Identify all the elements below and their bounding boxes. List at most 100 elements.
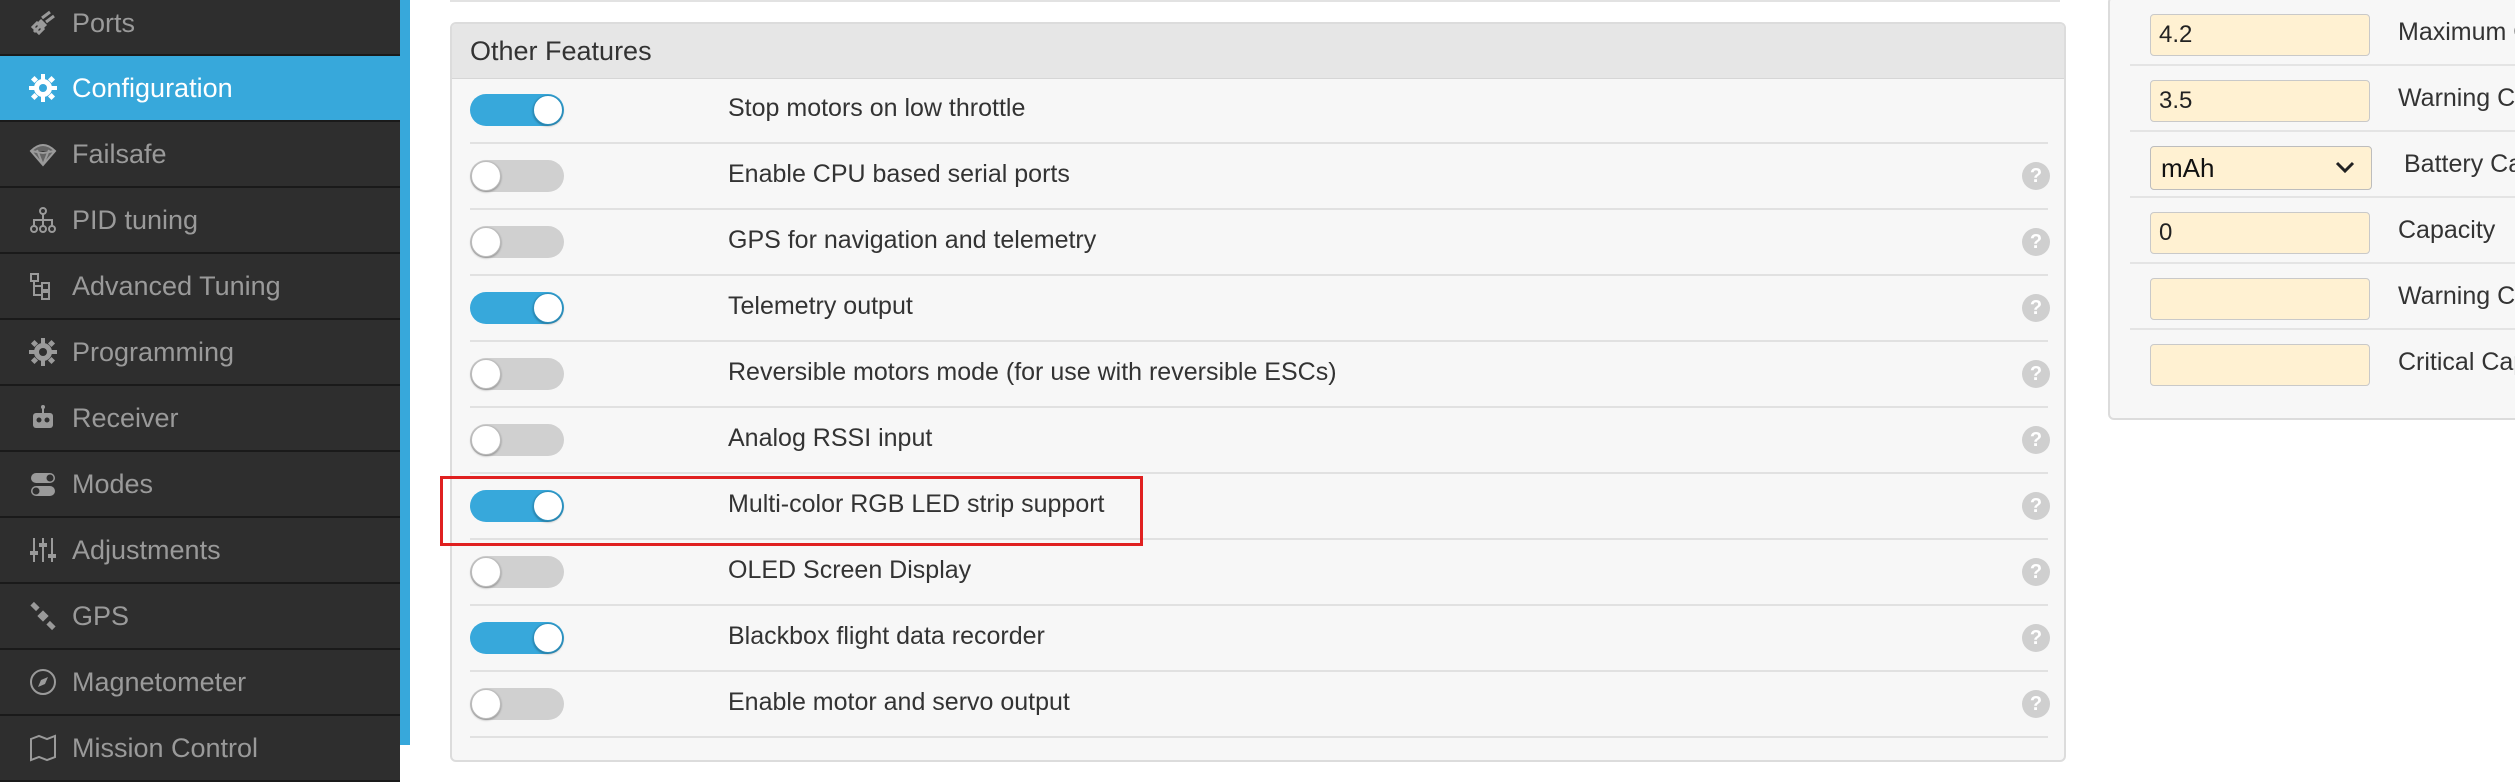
battery-row-capacity: 0 Capacity [2130, 198, 2515, 264]
sliders-icon [26, 533, 60, 567]
feature-row-reversible-motors: Reversible motors mode (for use with rev… [470, 342, 2050, 408]
sidebar-item-mission-control[interactable]: Mission Control [0, 716, 400, 782]
divider [450, 0, 2060, 2]
help-icon[interactable]: ? [2022, 360, 2050, 388]
feature-row-motor-servo-output: Enable motor and servo output ? [470, 672, 2050, 738]
critical-capacity-input[interactable] [2150, 344, 2370, 386]
sidebar-item-label: Configuration [72, 72, 233, 103]
feature-label: GPS for navigation and telemetry [728, 226, 1097, 254]
toggle-knob [533, 491, 563, 521]
feature-label: Telemetry output [728, 292, 913, 320]
capacity-unit-select[interactable]: mAh [2150, 146, 2372, 190]
tree-icon [26, 269, 60, 303]
sidebar-item-configuration[interactable]: Configuration [0, 56, 400, 122]
sidebar-item-label: GPS [72, 600, 130, 631]
toggle-knob [471, 557, 501, 587]
feature-toggle[interactable] [470, 358, 564, 390]
feature-row-oled: OLED Screen Display ? [470, 540, 2050, 606]
sidebar-item-gps[interactable]: GPS [0, 584, 400, 650]
chevron-down-icon [2335, 161, 2355, 174]
sidebar-item-failsafe[interactable]: Failsafe [0, 122, 400, 188]
toggle-knob [471, 689, 501, 719]
hierarchy-icon [26, 203, 60, 237]
help-icon[interactable]: ? [2022, 492, 2050, 520]
help-icon[interactable]: ? [2022, 624, 2050, 652]
sidebar-item-label: Adjustments [72, 534, 221, 565]
feature-label: Enable motor and servo output [728, 688, 1070, 716]
toggle-knob [471, 359, 501, 389]
sidebar-item-ports[interactable]: Ports [0, 0, 400, 56]
max-cell-voltage-input[interactable]: 4.2 [2150, 14, 2370, 56]
battery-panel: 4.2 Maximum Ce 3.5 Warning Cell mAh Batt… [2108, 0, 2515, 420]
sidebar-item-advanced-tuning[interactable]: Advanced Tuning [0, 254, 400, 320]
sidebar-item-label: Advanced Tuning [72, 270, 281, 301]
feature-toggle[interactable] [470, 688, 564, 720]
feature-toggle[interactable] [470, 292, 564, 324]
battery-row-capacity-unit: mAh Battery Cap [2130, 132, 2515, 198]
toggle-knob [533, 623, 563, 653]
sidebar-item-pid-tuning[interactable]: PID tuning [0, 188, 400, 254]
battery-row-critical-capacity: Critical Capa [2130, 330, 2515, 396]
feature-label: Blackbox flight data recorder [728, 622, 1045, 650]
feature-label: Multi-color RGB LED strip support [728, 490, 1105, 518]
feature-toggle[interactable] [470, 556, 564, 588]
feature-toggle[interactable] [470, 94, 564, 126]
feature-toggle[interactable] [470, 490, 564, 522]
sidebar-item-receiver[interactable]: Receiver [0, 386, 400, 452]
feature-row-telemetry: Telemetry output ? [470, 276, 2050, 342]
toggle-knob [533, 95, 563, 125]
battery-row-max-cell: 4.2 Maximum Ce [2130, 0, 2515, 66]
toggle-knob [471, 227, 501, 257]
feature-toggle[interactable] [470, 424, 564, 456]
feature-toggle[interactable] [470, 160, 564, 192]
other-features-panel: Other Features Stop motors on low thrott… [450, 22, 2066, 762]
feature-toggle[interactable] [470, 622, 564, 654]
feature-row-cpu-serial: Enable CPU based serial ports ? [470, 144, 2050, 210]
sidebar-item-programming[interactable]: Programming [0, 320, 400, 386]
battery-row-warning-capacity: Warning Cap [2130, 264, 2515, 330]
toggles-icon [26, 467, 60, 501]
satellite-icon [26, 599, 60, 633]
feature-row-analog-rssi: Analog RSSI input ? [470, 408, 2050, 474]
select-value: mAh [2161, 153, 2215, 183]
parachute-icon [26, 137, 60, 171]
gear-icon [26, 71, 60, 105]
field-label: Capacity [2398, 216, 2496, 244]
sidebar: Ports Configuration Failsafe PID tuning … [0, 0, 400, 782]
feature-label: Analog RSSI input [728, 424, 933, 452]
sidebar-item-label: Modes [72, 468, 154, 499]
sidebar-item-label: Magnetometer [72, 666, 247, 697]
feature-label: OLED Screen Display [728, 556, 972, 584]
feature-label: Stop motors on low throttle [728, 94, 1026, 122]
field-label: Maximum Ce [2398, 18, 2515, 46]
sidebar-item-label: Failsafe [72, 138, 167, 169]
sidebar-item-adjustments[interactable]: Adjustments [0, 518, 400, 584]
help-icon[interactable]: ? [2022, 294, 2050, 322]
feature-label: Reversible motors mode (for use with rev… [728, 358, 1337, 386]
map-icon [26, 731, 60, 765]
gear-icon [26, 335, 60, 369]
panel-header: Other Features [452, 24, 2064, 79]
sidebar-item-magnetometer[interactable]: Magnetometer [0, 650, 400, 716]
panel-title: Other Features [470, 36, 652, 66]
help-icon[interactable]: ? [2022, 558, 2050, 586]
help-icon[interactable]: ? [2022, 162, 2050, 190]
compass-icon [26, 665, 60, 699]
feature-row-led-strip: Multi-color RGB LED strip support ? [470, 474, 2050, 540]
warning-cell-voltage-input[interactable]: 3.5 [2150, 80, 2370, 122]
capacity-input[interactable]: 0 [2150, 212, 2370, 254]
field-label: Critical Capa [2398, 348, 2515, 376]
toggle-knob [471, 161, 501, 191]
battery-row-warning-cell: 3.5 Warning Cell [2130, 66, 2515, 132]
sidebar-item-label: Programming [72, 336, 235, 367]
help-icon[interactable]: ? [2022, 690, 2050, 718]
field-label: Warning Cell [2398, 84, 2515, 112]
warning-capacity-input[interactable] [2150, 278, 2370, 320]
feature-label: Enable CPU based serial ports [728, 160, 1070, 188]
feature-toggle[interactable] [470, 226, 564, 258]
sidebar-item-label: Ports [72, 7, 136, 38]
help-icon[interactable]: ? [2022, 426, 2050, 454]
help-icon[interactable]: ? [2022, 228, 2050, 256]
sidebar-item-modes[interactable]: Modes [0, 452, 400, 518]
sidebar-item-label: Receiver [72, 402, 179, 433]
